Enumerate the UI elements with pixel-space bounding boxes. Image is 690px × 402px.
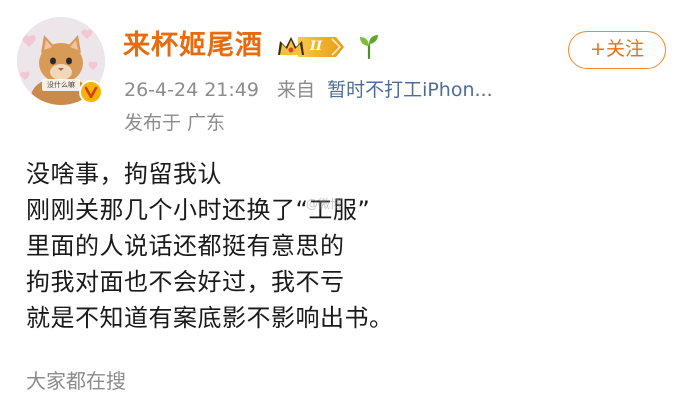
- post-content[interactable]: 没啥事，拘留我认 刚刚关那几个小时还换了“工服” 里面的人说话还都挺有意思的 拘…: [26, 156, 666, 336]
- avatar-caption: 没什么嘛: [47, 81, 75, 89]
- weibo-post: 没什么嘛 来杯姬尾酒 II +关注 26-4-24 21:49 来自 暂时不打工…: [0, 0, 690, 402]
- content-line: 就是不知道有案底影不影响出书。: [26, 304, 394, 332]
- follow-button[interactable]: +关注: [568, 31, 666, 69]
- vip-level: II: [309, 39, 323, 54]
- watermark: @微博: [306, 197, 343, 211]
- crown-vip-badge-icon[interactable]: II: [276, 33, 348, 61]
- post-location: 发布于 广东: [124, 112, 226, 134]
- content-line: 没啥事，拘留我认: [26, 160, 222, 188]
- avatar-container[interactable]: 没什么嘛: [17, 17, 105, 105]
- content-line: 里面的人说话还都挺有意思的: [26, 232, 345, 260]
- verified-v-icon: [79, 80, 103, 104]
- post-meta: 26-4-24 21:49 来自 暂时不打工iPhon...: [124, 75, 493, 105]
- trending-searches-label[interactable]: 大家都在搜: [26, 366, 126, 396]
- source-prefix: 来自: [277, 79, 316, 101]
- username[interactable]: 来杯姬尾酒: [123, 26, 263, 66]
- sprout-icon: [358, 33, 380, 60]
- post-time: 26-4-24 21:49: [124, 79, 259, 101]
- content-line: 拘我对面也不会好过，我不亏: [26, 268, 345, 296]
- content-line: 刚刚关那几个小时还换了“工服”: [26, 196, 371, 224]
- source-link[interactable]: 暂时不打工iPhon...: [327, 79, 493, 101]
